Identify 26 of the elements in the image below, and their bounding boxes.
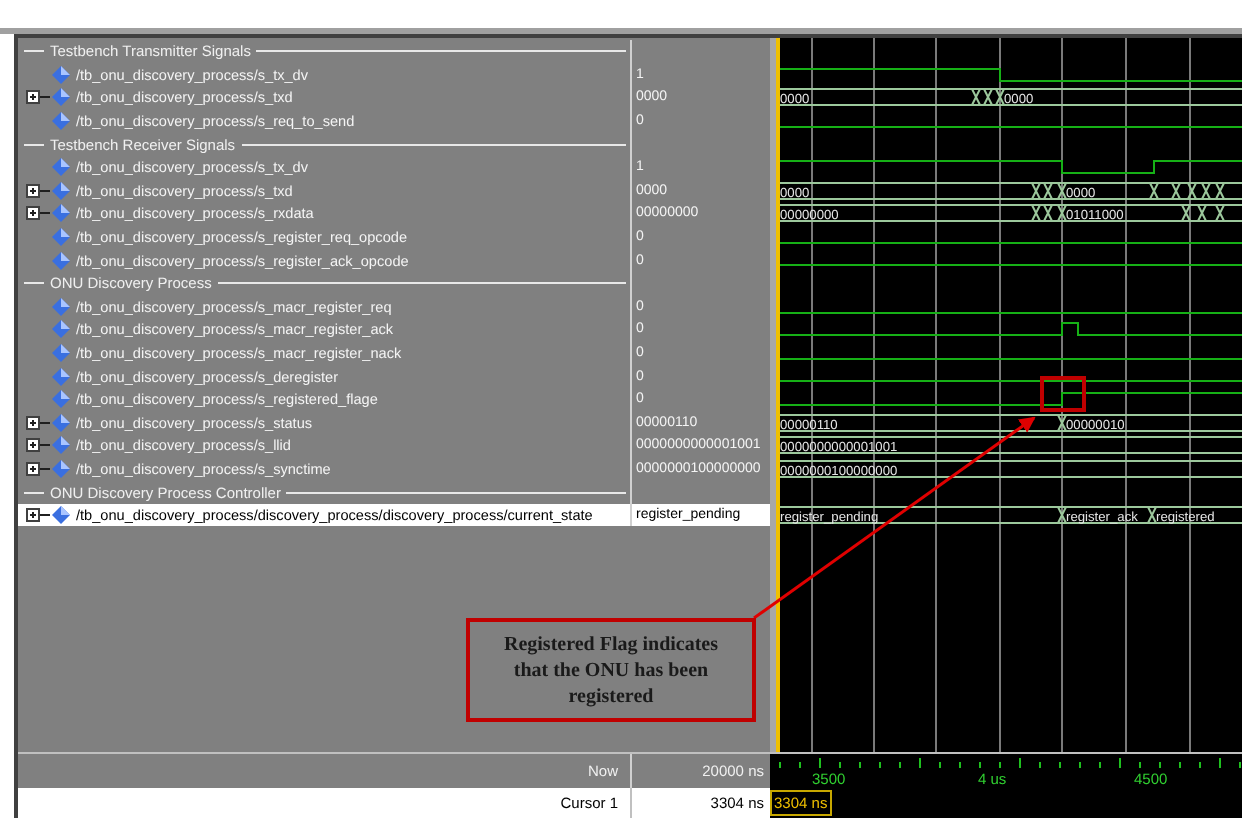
diamond-icon [52, 413, 70, 432]
diamond-icon [52, 251, 70, 270]
callout-text: Registered Flag indicates that the ONU has been registered [501, 631, 721, 709]
expand-icon[interactable] [26, 508, 50, 523]
diamond-icon [52, 459, 70, 478]
highlight-box [1040, 376, 1086, 412]
diamond-icon [52, 88, 70, 107]
expand-icon[interactable] [26, 183, 50, 198]
expand-icon[interactable] [26, 90, 50, 105]
diamond-icon [52, 367, 70, 386]
diamond-icon [52, 65, 70, 84]
diamond-icon [52, 320, 70, 339]
expand-icon[interactable] [26, 461, 50, 476]
diamond-icon [52, 390, 70, 409]
diamond-icon [52, 344, 70, 363]
diamond-icon [52, 297, 70, 316]
expand-icon[interactable] [26, 438, 50, 453]
diamond-icon [52, 158, 70, 177]
diamond-icon [52, 506, 70, 525]
diamond-icon [52, 436, 70, 455]
diamond-icon [52, 112, 70, 131]
expand-icon[interactable] [26, 415, 50, 430]
diamond-icon [52, 181, 70, 200]
diamond-icon [52, 228, 70, 247]
expand-icon[interactable] [26, 206, 50, 221]
diamond-icon [52, 204, 70, 223]
